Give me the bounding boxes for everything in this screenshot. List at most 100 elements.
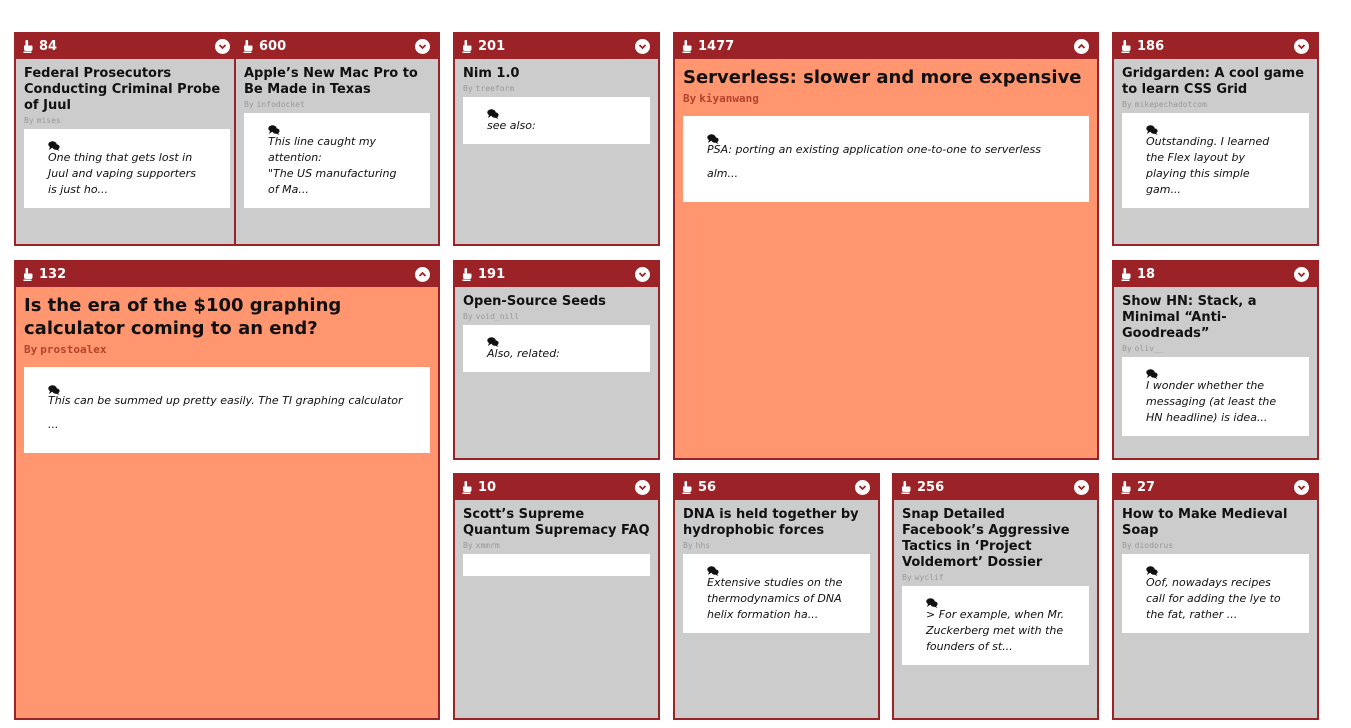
chevron-up-icon[interactable] (1074, 39, 1089, 54)
author-name: xmmrm (475, 541, 500, 550)
chevron-up-icon[interactable] (415, 267, 430, 282)
story-card: 27 How to Make Medieval Soap By diodorus … (1112, 473, 1319, 720)
story-title[interactable]: Scott’s Supreme Quantum Supremacy FAQ (463, 507, 650, 539)
author-prefix: By (463, 312, 473, 321)
top-comment[interactable]: Extensive studies on the thermodynamics … (683, 554, 870, 633)
comment-text: Oof, nowadays recipes call for adding th… (1146, 576, 1281, 621)
story-card: 186 Gridgarden: A cool game to learn CSS… (1112, 32, 1319, 246)
card-body: Show HN: Stack, a Minimal “Anti-Goodread… (1114, 287, 1317, 444)
chevron-down-icon[interactable] (415, 39, 430, 54)
author-prefix: By (1122, 541, 1132, 550)
story-author[interactable]: By diodorus (1122, 540, 1309, 551)
thumbs-up-icon[interactable] (461, 481, 472, 494)
chevron-down-icon[interactable] (635, 480, 650, 495)
story-author[interactable]: By oliv__ (1122, 343, 1309, 354)
score: 10 (478, 480, 497, 495)
score: 132 (39, 267, 67, 282)
comment-text: PSA: porting an existing application one… (707, 143, 1041, 180)
chevron-down-icon[interactable] (635, 39, 650, 54)
story-card: 84 Federal Prosecutors Conducting Crimin… (14, 32, 240, 246)
card-header: 56 (675, 475, 878, 500)
story-title[interactable]: Open-Source Seeds (463, 294, 650, 310)
story-card: 1477 Serverless: slower and more expensi… (673, 32, 1099, 460)
story-title[interactable]: Show HN: Stack, a Minimal “Anti-Goodread… (1122, 294, 1309, 342)
story-card: 191 Open-Source Seeds By void_nill Also, … (453, 260, 660, 460)
thumbs-up-icon[interactable] (681, 481, 692, 494)
author-name: kiyanwang (699, 92, 759, 105)
top-comment[interactable]: This can be summed up pretty easily. The… (24, 367, 430, 453)
story-author[interactable]: By xmmrm (463, 540, 650, 551)
story-author[interactable]: By mises (24, 115, 230, 126)
card-body: Scott’s Supreme Quantum Supremacy FAQ By… (455, 500, 658, 584)
thumbs-up-icon[interactable] (461, 268, 472, 281)
comment-text: Extensive studies on the thermodynamics … (707, 576, 843, 621)
card-header: 186 (1114, 34, 1317, 59)
score: 186 (1137, 39, 1165, 54)
thumbs-up-icon[interactable] (22, 268, 33, 281)
top-comment[interactable]: > For example, when Mr. Zuckerberg met w… (902, 586, 1089, 665)
comment-text: > For example, when Mr. Zuckerberg met w… (926, 608, 1065, 653)
card-body: How to Make Medieval Soap By diodorus Oof… (1114, 500, 1317, 641)
card-header: 27 (1114, 475, 1317, 500)
story-card: 18 Show HN: Stack, a Minimal “Anti-Goodr… (1112, 260, 1319, 460)
author-name: treeform (475, 84, 515, 93)
top-comment[interactable]: I wonder whether the messaging (at least… (1122, 357, 1309, 436)
top-comment[interactable]: PSA: porting an existing application one… (683, 116, 1089, 202)
story-author[interactable]: By kiyanwang (683, 92, 1089, 106)
story-title[interactable]: Nim 1.0 (463, 66, 650, 82)
chevron-down-icon[interactable] (1294, 39, 1309, 54)
score: 18 (1137, 267, 1156, 282)
thumbs-up-icon[interactable] (1120, 481, 1131, 494)
top-comment[interactable]: This line caught my attention: "The US ma… (244, 113, 430, 208)
chevron-down-icon[interactable] (1294, 267, 1309, 282)
story-title[interactable]: Is the era of the $100 graphing calculat… (24, 294, 430, 340)
chevron-down-icon[interactable] (855, 480, 870, 495)
thumbs-up-icon[interactable] (461, 40, 472, 53)
chevron-down-icon[interactable] (1074, 480, 1089, 495)
thumbs-up-icon[interactable] (900, 481, 911, 494)
story-author[interactable]: By prostoalex (24, 343, 430, 357)
comment-icon (487, 109, 499, 119)
top-comment[interactable]: Outstanding. I learned the Flex layout b… (1122, 113, 1309, 208)
comment-icon (1146, 566, 1158, 576)
chevron-down-icon[interactable] (635, 267, 650, 282)
story-title[interactable]: Gridgarden: A cool game to learn CSS Gri… (1122, 66, 1309, 98)
card-header: 84 (16, 34, 238, 59)
author-name: oliv__ (1134, 344, 1164, 353)
thumbs-up-icon[interactable] (242, 40, 253, 53)
top-comment[interactable]: Also, related: (463, 325, 650, 372)
card-body: Federal Prosecutors Conducting Criminal … (16, 59, 238, 216)
story-card: 201 Nim 1.0 By treeform see also: (453, 32, 660, 246)
story-title[interactable]: Federal Prosecutors Conducting Criminal … (24, 66, 230, 114)
top-comment[interactable] (463, 554, 650, 576)
thumbs-up-icon[interactable] (681, 40, 692, 53)
comment-text: Outstanding. I learned the Flex layout b… (1146, 135, 1270, 196)
story-title[interactable]: DNA is held together by hydrophobic forc… (683, 507, 870, 539)
comment-icon (48, 141, 60, 151)
thumbs-up-icon[interactable] (1120, 40, 1131, 53)
story-author[interactable]: By treeform (463, 83, 650, 94)
top-comment[interactable]: One thing that gets lost in Juul and vap… (24, 129, 230, 208)
card-body: Open-Source Seeds By void_nill Also, rela… (455, 287, 658, 380)
thumbs-up-icon[interactable] (1120, 268, 1131, 281)
story-title[interactable]: How to Make Medieval Soap (1122, 507, 1309, 539)
comment-text: This line caught my attention: "The US ma… (268, 135, 397, 196)
chevron-down-icon[interactable] (1294, 480, 1309, 495)
top-comment[interactable]: see also: (463, 97, 650, 144)
score: 600 (259, 39, 287, 54)
thumbs-up-icon[interactable] (22, 40, 33, 53)
comment-text: Also, related: (487, 347, 560, 360)
story-author[interactable]: By infodocket (244, 99, 430, 110)
top-comment[interactable]: Oof, nowadays recipes call for adding th… (1122, 554, 1309, 633)
story-author[interactable]: By wyclif (902, 572, 1089, 583)
story-author[interactable]: By mikepechadotcom (1122, 99, 1309, 110)
comment-icon (926, 598, 938, 608)
story-author[interactable]: By hhs (683, 540, 870, 551)
story-title[interactable]: Apple’s New Mac Pro to Be Made in Texas (244, 66, 430, 98)
chevron-down-icon[interactable] (215, 39, 230, 54)
score: 191 (478, 267, 506, 282)
story-title[interactable]: Snap Detailed Facebook’s Aggressive Tact… (902, 507, 1089, 571)
story-author[interactable]: By void_nill (463, 311, 650, 322)
card-body: Is the era of the $100 graphing calculat… (16, 287, 438, 461)
story-title[interactable]: Serverless: slower and more expensive (683, 66, 1089, 89)
